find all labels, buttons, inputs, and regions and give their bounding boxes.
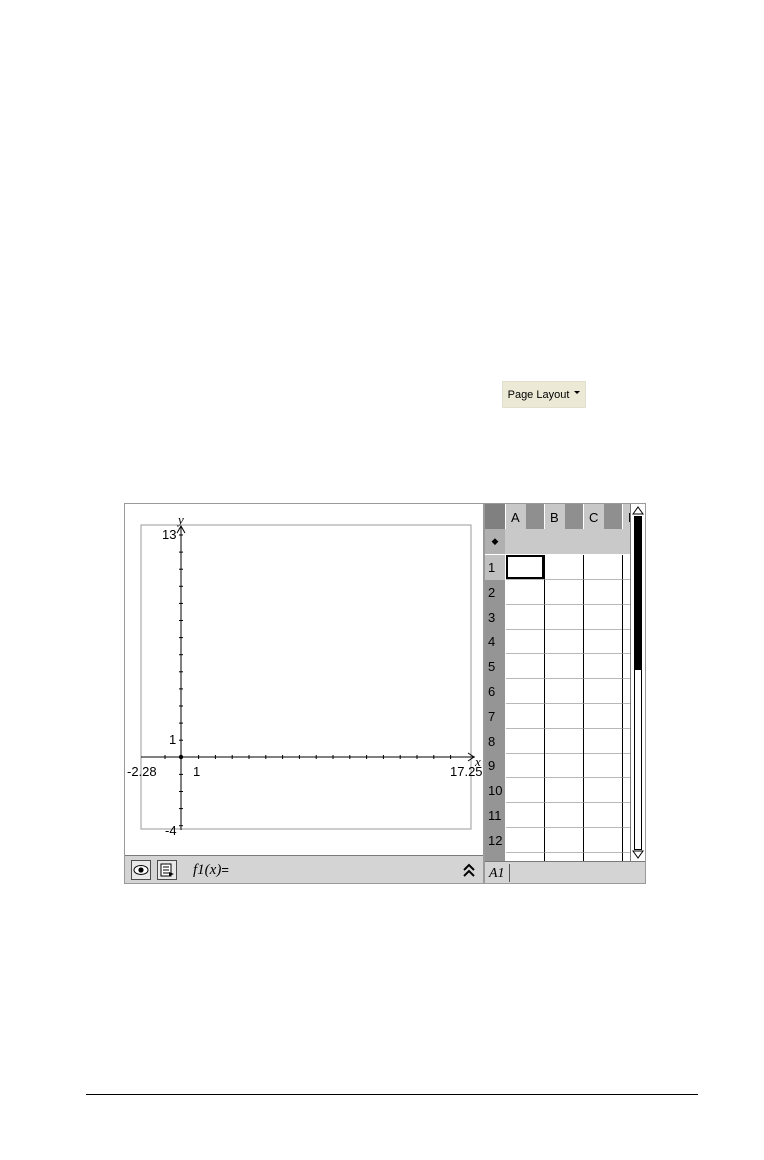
scroll-thumb[interactable] [634,516,642,670]
row-header-8[interactable]: 8 [485,728,505,754]
entry-line-icon [160,863,174,877]
grid-cell[interactable] [584,827,623,853]
page-layout-label: Page Layout [507,388,570,401]
grid-cell[interactable] [506,827,545,853]
y-min-label[interactable]: -4 [165,824,177,837]
row-header-2[interactable]: 2 [485,579,505,605]
grid-cell[interactable] [506,803,545,828]
x-min-label[interactable]: -2.28 [127,765,157,778]
column-header-a[interactable]: A [506,504,544,529]
row-header-7[interactable]: 7 [485,703,505,729]
cell-reference: A1 [489,866,505,881]
grid-cell[interactable] [584,629,623,655]
grid-cell[interactable] [584,604,623,630]
expand-entry-button[interactable] [459,861,479,879]
formula-row[interactable] [485,529,630,554]
grid-cell[interactable] [506,604,545,630]
vertical-scrollbar[interactable] [630,504,645,861]
formula-row-header: ◆ [485,529,505,554]
handheld-screen: y x 13 1 -2.28 1 17.25 -4 f1(x)= A B C ◆… [124,503,646,884]
grid-cell[interactable] [506,703,545,729]
y-unit-label: 1 [169,732,177,747]
grid-cell[interactable] [545,803,584,828]
row-header-3[interactable]: 3 [485,604,505,630]
triangle-up-icon[interactable] [632,505,644,515]
grid-cell[interactable] [545,728,584,754]
row-header-1[interactable]: 1 [485,555,505,580]
graph-canvas[interactable] [125,504,484,855]
graph-pane[interactable]: y x 13 1 -2.28 1 17.25 -4 [125,504,484,855]
column-header-b[interactable]: B [545,504,583,529]
spreadsheet-pane[interactable]: A B C D ◆ 12345678910111213 A1 [485,504,645,883]
grid-cell[interactable] [506,679,545,704]
function-name: f1 [193,862,205,878]
sheet-corner[interactable] [485,504,505,529]
grid-cell[interactable] [506,778,545,804]
grid-cell[interactable] [545,654,584,680]
page-layout-button[interactable]: Page Layout [502,381,586,408]
x-max-label[interactable]: 17.25 [450,765,483,778]
grid-cell[interactable] [584,679,623,704]
grid-cell[interactable] [506,579,545,605]
scroll-track[interactable] [634,670,642,850]
y-axis-name: y [178,512,184,527]
grid-cell[interactable] [584,555,623,580]
double-chevron-up-icon [463,863,475,877]
row-header-10[interactable]: 10 [485,778,505,804]
triangle-down-icon[interactable] [632,850,644,860]
row-header-11[interactable]: 11 [485,803,505,828]
x-unit-label: 1 [193,764,201,779]
grid-cell[interactable] [506,728,545,754]
grid-cell[interactable] [584,753,623,779]
grid-cell[interactable] [545,604,584,630]
grid-cell[interactable] [584,654,623,680]
dropdown-caret-icon [574,391,581,394]
diamond-icon: ◆ [491,536,499,546]
grid-cell[interactable] [545,753,584,779]
graph-window-frame [140,524,472,830]
eye-icon [133,865,149,875]
function-equals: = [221,862,229,877]
grid-cell[interactable] [545,827,584,853]
grid-cell[interactable] [545,579,584,605]
function-entry-bar: f1(x)= [125,855,484,883]
function-entry-input[interactable]: f1(x)= [193,862,229,879]
row-header-12[interactable]: 12 [485,827,505,853]
grid-cell[interactable] [584,579,623,605]
grid-cell[interactable] [584,703,623,729]
cell-entry-field[interactable] [509,864,640,882]
grid-cell[interactable] [545,555,584,580]
grid-cell[interactable] [584,803,623,828]
row-header-4[interactable]: 4 [485,629,505,655]
grid-cell[interactable] [506,753,545,779]
column-header-c[interactable]: C [584,504,622,529]
grid-cell[interactable] [545,778,584,804]
cell-reference-bar: A1 [485,861,645,883]
row-header-9[interactable]: 9 [485,753,505,779]
footer-rule [86,1094,698,1095]
entry-line-button[interactable] [157,860,177,880]
function-variable: x [209,862,217,878]
row-header-6[interactable]: 6 [485,679,505,704]
grid-cell[interactable] [506,629,545,655]
grid-cell[interactable] [545,703,584,729]
view-toggle-button[interactable] [131,860,151,880]
y-max-label[interactable]: 13 [162,528,176,541]
active-cell-a1[interactable] [506,555,544,579]
grid-cell[interactable] [506,654,545,680]
row-header-5[interactable]: 5 [485,654,505,680]
grid-cell[interactable] [545,679,584,704]
grid-cell[interactable] [584,728,623,754]
grid-cell[interactable] [545,629,584,655]
grid-cell[interactable] [584,778,623,804]
